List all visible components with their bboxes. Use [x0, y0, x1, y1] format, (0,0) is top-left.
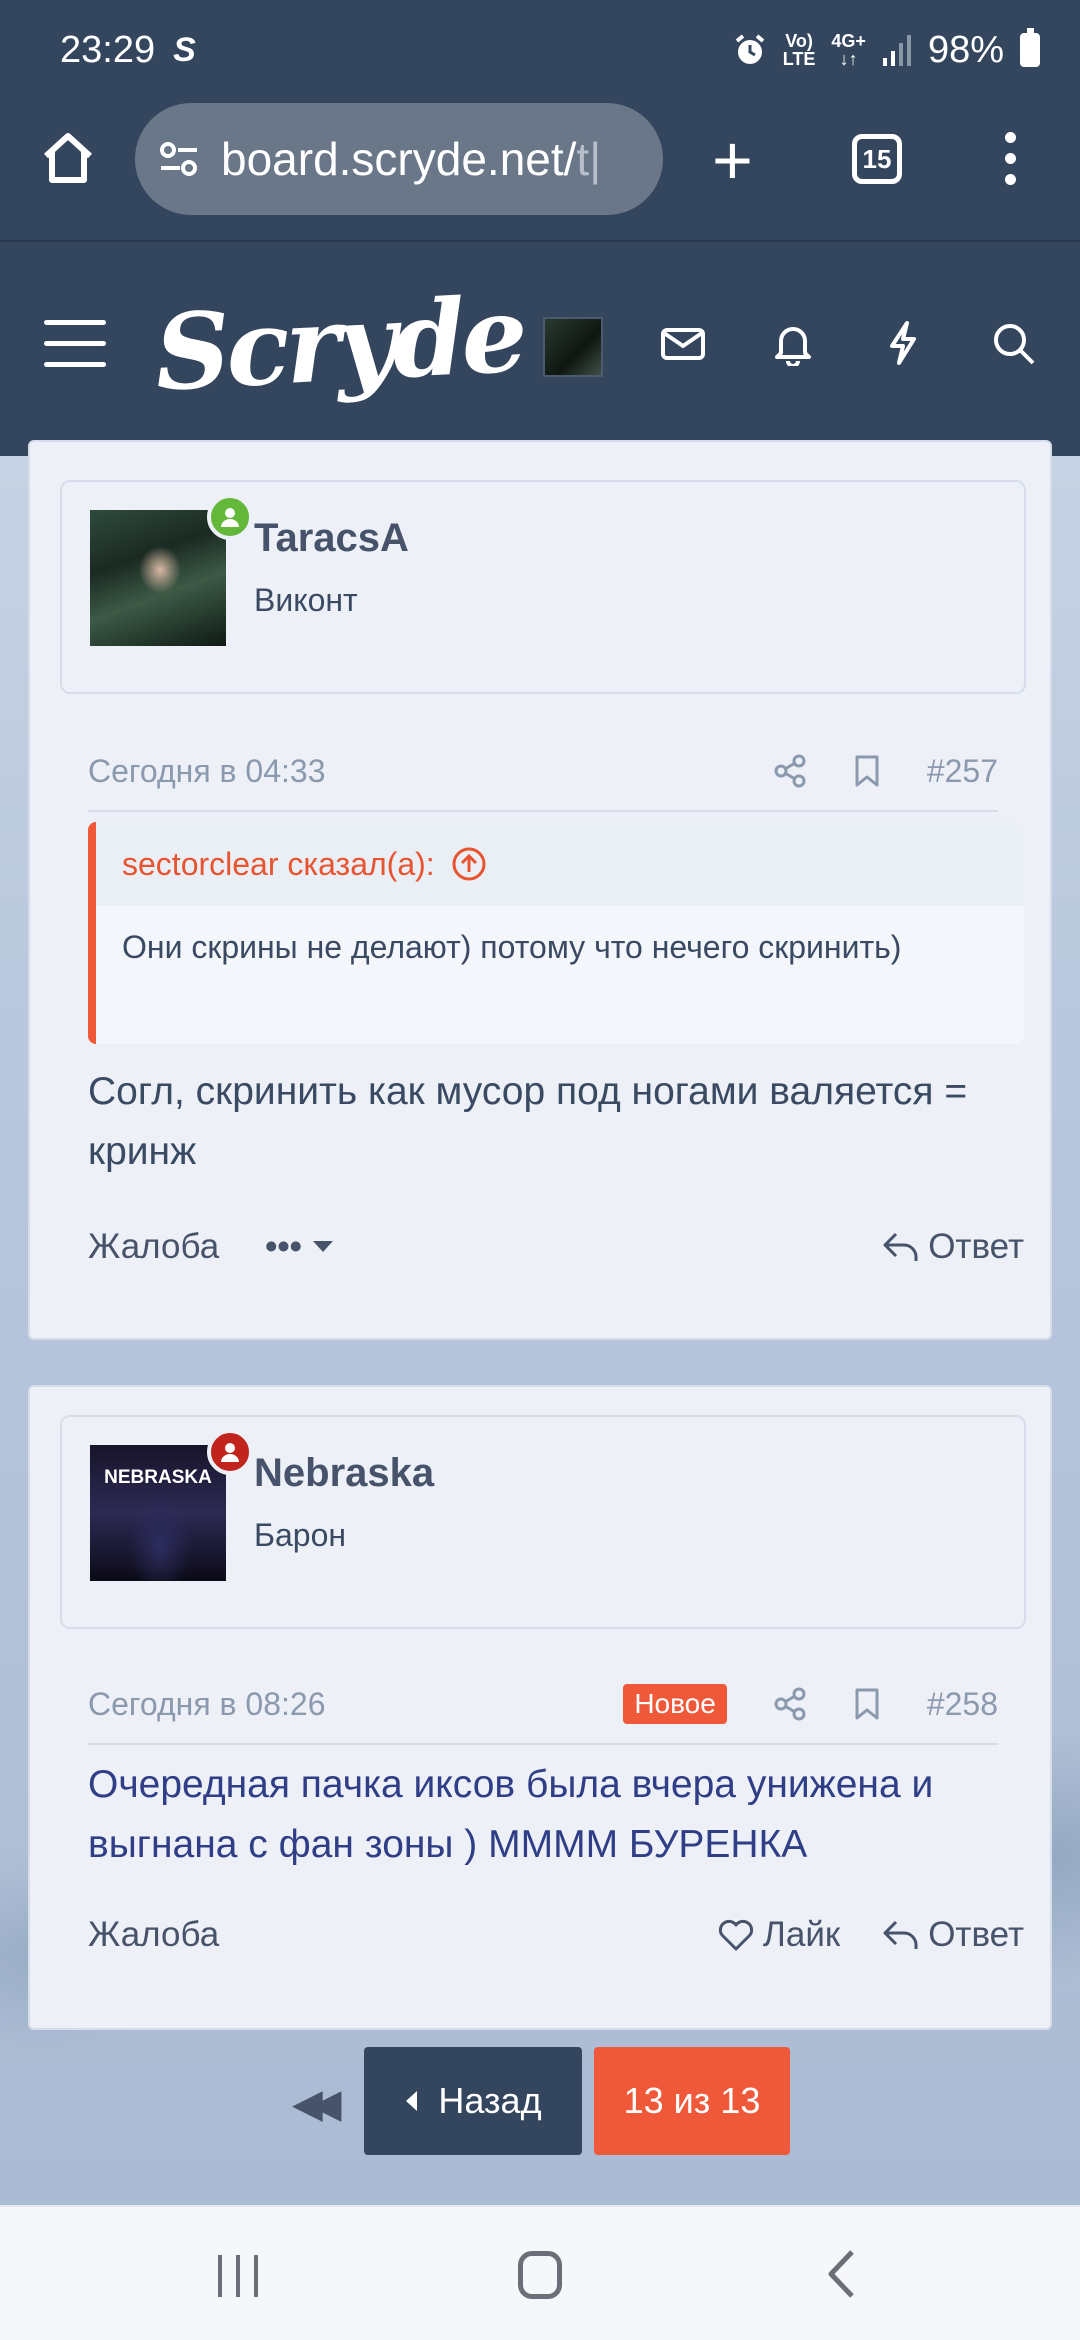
- quote-text: Они скрины не делают) потому что нечего …: [96, 906, 1024, 1044]
- search-icon[interactable]: [990, 320, 1036, 366]
- user-avatar[interactable]: NEBRASKA: [90, 1445, 226, 1581]
- forum-post: NEBRASKA Nebraska Барон Сегодня в 08:26 …: [28, 1385, 1052, 2030]
- post-timestamp[interactable]: Сегодня в 04:33: [88, 753, 326, 790]
- address-bar[interactable]: board.scryde.net/t|: [135, 103, 663, 215]
- tab-count-button[interactable]: 15: [852, 134, 902, 184]
- site-settings-icon[interactable]: [159, 141, 199, 177]
- user-info-block: TaracsA Виконт: [60, 480, 1026, 694]
- share-icon[interactable]: [773, 1687, 807, 1721]
- caret-left-icon: [406, 2091, 418, 2111]
- battery-icon: [1020, 28, 1040, 67]
- post-actions: Жалоба ••• Ответ: [88, 1217, 1024, 1277]
- report-link[interactable]: Жалоба: [88, 1915, 219, 1955]
- user-title: Виконт: [254, 582, 358, 618]
- report-link[interactable]: Жалоба: [88, 1227, 219, 1267]
- share-icon[interactable]: [773, 754, 807, 788]
- quote-block: sectorclear сказал(а): Они скрины не дел…: [88, 822, 1024, 1044]
- bookmark-icon[interactable]: [853, 1687, 881, 1721]
- new-badge: Новое: [623, 1684, 727, 1724]
- signal-icon: [882, 35, 911, 66]
- site-header: Scryde: [0, 240, 1080, 456]
- home-icon[interactable]: [40, 130, 96, 186]
- system-navigation-bar: [0, 2205, 1080, 2340]
- like-button[interactable]: Лайк: [717, 1915, 840, 1955]
- back-icon[interactable]: [826, 2249, 856, 2299]
- app-notification-icon: S: [173, 30, 196, 69]
- user-status-icon: [207, 1429, 253, 1475]
- battery-percent: 98%: [927, 28, 1004, 71]
- username[interactable]: TaracsA: [254, 516, 409, 561]
- volte-indicator: Vo) LTE: [782, 31, 816, 69]
- post-message: Очередная пачка иксов была вчера унижена…: [88, 1763, 934, 1866]
- new-tab-button[interactable]: +: [712, 125, 753, 195]
- user-title: Барон: [254, 1517, 347, 1553]
- forum-post: TaracsA Виконт Сегодня в 04:33 #257 sect…: [28, 440, 1052, 1340]
- quote-author[interactable]: sectorclear сказал(а):: [122, 846, 435, 883]
- arrow-up-circle-icon[interactable]: [451, 846, 487, 882]
- reply-button[interactable]: Ответ: [882, 1915, 1024, 1955]
- bookmark-icon[interactable]: [853, 754, 881, 788]
- current-page-indicator[interactable]: 13 из 13: [594, 2047, 790, 2155]
- alarm-icon: [735, 34, 765, 64]
- online-status-icon: [207, 494, 253, 540]
- post-number[interactable]: #257: [927, 753, 998, 790]
- user-info-block: NEBRASKA Nebraska Барон: [60, 1415, 1026, 1629]
- first-page-button[interactable]: ◀◀: [292, 2081, 341, 2127]
- post-timestamp[interactable]: Сегодня в 08:26: [88, 1686, 326, 1723]
- quote-header[interactable]: sectorclear сказал(а):: [96, 822, 1024, 906]
- status-bar: 23:29 S Vo) LTE 4G+ ↓↑ 98%: [0, 0, 1080, 100]
- post-actions: Жалоба Лайк Ответ: [88, 1905, 1024, 1965]
- recent-apps-icon[interactable]: [218, 2255, 258, 2297]
- network-type-indicator: 4G+ ↓↑: [831, 31, 866, 69]
- pagination: ◀◀ Назад 13 из 13: [0, 2047, 1080, 2155]
- status-time: 23:29: [60, 28, 156, 71]
- more-actions-button[interactable]: •••: [265, 1227, 334, 1267]
- account-avatar[interactable]: [543, 317, 603, 377]
- inbox-icon[interactable]: [660, 320, 706, 366]
- lightning-icon[interactable]: [880, 320, 926, 366]
- browser-toolbar: board.scryde.net/t| + 15: [0, 100, 1080, 240]
- browser-menu-icon[interactable]: [1005, 132, 1016, 185]
- hamburger-menu-icon[interactable]: [44, 320, 106, 367]
- post-number[interactable]: #258: [927, 1686, 998, 1723]
- home-button-icon[interactable]: [518, 2251, 562, 2299]
- reply-icon: [883, 1232, 918, 1261]
- user-avatar[interactable]: [90, 510, 226, 646]
- post-meta: Сегодня в 04:33 #257: [88, 732, 998, 812]
- heart-icon: [718, 1919, 753, 1951]
- username[interactable]: Nebraska: [254, 1451, 434, 1496]
- bell-icon[interactable]: [770, 320, 816, 366]
- caret-down-icon: [312, 1241, 333, 1252]
- post-meta: Сегодня в 08:26 Новое #258: [88, 1665, 998, 1745]
- previous-page-button[interactable]: Назад: [364, 2047, 582, 2155]
- post-message: Согл, скринить как мусор под ногами валя…: [88, 1070, 968, 1173]
- reply-icon: [883, 1920, 918, 1949]
- reply-button[interactable]: Ответ: [882, 1227, 1024, 1267]
- url-text: board.scryde.net/t|: [221, 133, 602, 185]
- site-logo[interactable]: Scryde: [152, 272, 526, 414]
